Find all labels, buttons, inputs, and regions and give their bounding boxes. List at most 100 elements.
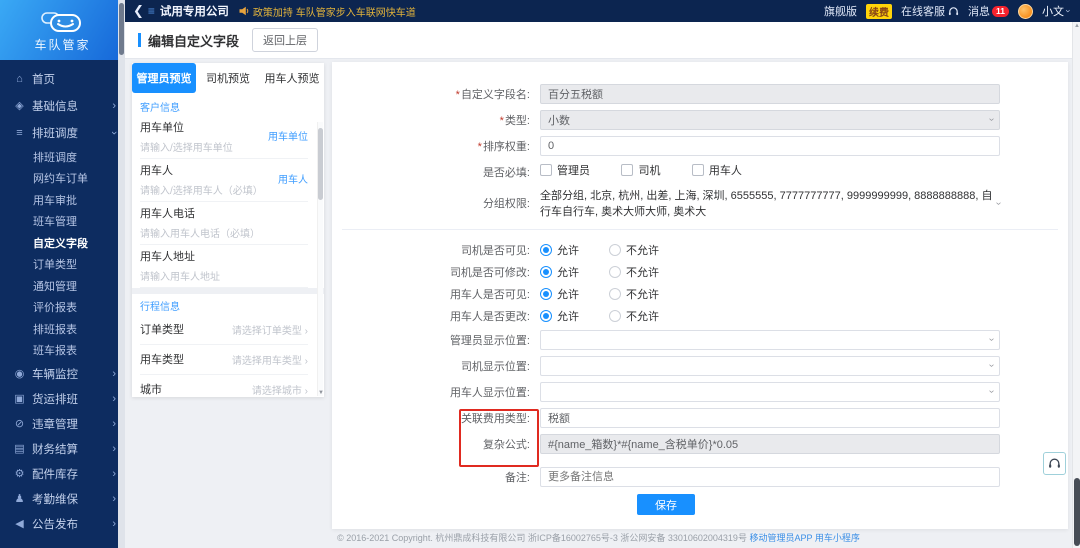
tab-driver-preview[interactable]: 司机预览 — [196, 63, 260, 93]
page-header: 编辑自定义字段 返回上层 — [125, 22, 1080, 59]
user-menu[interactable]: 小文 › — [1042, 3, 1074, 19]
chevron-right-icon: › — [112, 392, 116, 405]
tab-admin-preview[interactable]: 管理员预览 — [132, 63, 196, 93]
preview-scrollbar[interactable]: ▼ — [317, 122, 324, 396]
username: 小文 — [1042, 6, 1064, 18]
messages-button[interactable]: 消息 11 — [968, 3, 1009, 19]
radio-deny[interactable]: 不允许 — [609, 242, 659, 258]
submenu-label: 订单类型 — [33, 259, 77, 272]
field-name-input[interactable] — [540, 84, 1000, 104]
sidebar-sub-ride-hailing-orders[interactable]: 网约车订单 — [0, 168, 125, 190]
sidebar-scrollbar[interactable] — [118, 0, 125, 548]
radio-allow[interactable]: 允许 — [540, 286, 579, 302]
save-button[interactable]: 保存 — [637, 494, 695, 515]
mobile-admin-app-link[interactable]: 移动管理员APP — [749, 533, 812, 543]
checkbox-icon — [540, 164, 552, 176]
sidebar-sub-scheduling[interactable]: 排班调度 — [0, 146, 125, 168]
driver-position-select[interactable] — [540, 356, 1000, 376]
org-menu-icon[interactable]: ≡ — [148, 4, 155, 18]
violation-icon: ⊘ — [14, 418, 25, 430]
preview-pick-vehicle-type[interactable]: 用车类型 请选择用车类型 › — [140, 345, 308, 375]
remark-input[interactable] — [540, 467, 1000, 487]
sidebar-sub-shuttle-management[interactable]: 班车管理 — [0, 211, 125, 233]
app-logo[interactable]: 车队管家 — [0, 0, 125, 60]
tab-passenger-preview[interactable]: 用车人预览 — [260, 63, 324, 93]
page-scrollbar-thumb[interactable] — [1074, 478, 1080, 546]
radio-deny[interactable]: 不允许 — [609, 308, 659, 324]
mini-program-link[interactable]: 用车小程序 — [815, 533, 860, 543]
sidebar-item-label: 配件库存 — [32, 468, 78, 481]
sidebar-sub-vehicle-approval[interactable]: 用车审批 — [0, 189, 125, 211]
form-row-passenger-visible: 用车人是否可见: 允许 不允许 — [332, 286, 1068, 302]
sidebar-sub-scheduling-reports[interactable]: 排班报表 — [0, 318, 125, 340]
form-row-driver-position: 司机显示位置: › — [332, 356, 1068, 376]
page-scrollbar[interactable]: ▲ — [1072, 22, 1080, 548]
sidebar-item-basic-info[interactable]: ◈ 基础信息 › — [0, 92, 125, 119]
radio-allow[interactable]: 允许 — [540, 308, 579, 324]
preview-body: 客户信息 用车单位 请输入/选择用车单位 用车单位 用车人 请输入/选择用车人（… — [132, 93, 324, 399]
label-text: 类型: — [504, 115, 530, 127]
driver-editable-radio-group: 允许 不允许 — [540, 264, 1000, 280]
label-text: 排序权重: — [482, 141, 530, 153]
sort-weight-input[interactable] — [540, 136, 1000, 156]
radio-selected-icon — [540, 266, 552, 278]
sort-weight-label: *排序权重: — [332, 138, 540, 154]
passenger-position-select[interactable] — [540, 382, 1000, 402]
sidebar-item-label: 基础信息 — [32, 100, 78, 113]
sidebar-sub-custom-fields[interactable]: 自定义字段 — [0, 232, 125, 254]
checkbox-driver[interactable]: 司机 — [621, 162, 660, 178]
sidebar-sub-rating-reports[interactable]: 评价报表 — [0, 297, 125, 319]
company-name[interactable]: 试用专用公司 — [160, 3, 229, 19]
vehicle-unit-link[interactable]: 用车单位 — [268, 128, 308, 143]
title-accent-bar — [138, 33, 141, 47]
renew-button[interactable]: 续费 — [866, 3, 892, 19]
fee-type-input[interactable] — [540, 408, 1000, 428]
sidebar-item-scheduling[interactable]: ≡ 排班调度 › — [0, 119, 125, 146]
avatar[interactable] — [1018, 3, 1033, 19]
online-service-button[interactable]: 在线客服 — [901, 3, 959, 19]
admin-position-select[interactable] — [540, 330, 1000, 350]
sidebar-item-violation-management[interactable]: ⊘ 违章管理 › — [0, 411, 125, 436]
formula-input[interactable] — [540, 434, 1000, 454]
sidebar-item-home[interactable]: ⌂ 首页 — [0, 65, 125, 92]
sidebar-bottom-group: ◉ 车辆监控 › ▣ 货运排班 › ⊘ 违章管理 › ▤ 财务结算 › ⚙ 配件… — [0, 361, 125, 536]
sidebar-sub-shuttle-reports[interactable]: 班车报表 — [0, 340, 125, 362]
submenu-label: 用车审批 — [33, 194, 77, 207]
chevron-down-icon: › — [1063, 9, 1074, 13]
sidebar-item-vehicle-monitoring[interactable]: ◉ 车辆监控 › — [0, 361, 125, 386]
sidebar-sub-order-types[interactable]: 订单类型 — [0, 254, 125, 276]
sidebar-scrollbar-thumb[interactable] — [119, 3, 124, 55]
sidebar-item-attendance-maintenance[interactable]: ♟ 考勤维保 › — [0, 486, 125, 511]
sidebar-item-label: 公告发布 — [32, 518, 78, 531]
sidebar-item-financial-settlement[interactable]: ▤ 财务结算 › — [0, 436, 125, 461]
radio-unselected-icon — [609, 310, 621, 322]
sidebar-item-label: 考勤维保 — [32, 493, 78, 506]
scroll-up-arrow-icon[interactable]: ▲ — [1074, 23, 1080, 29]
preview-field-placeholder[interactable]: 请输入用车人电话（必填） — [140, 225, 308, 240]
back-to-parent-button[interactable]: 返回上层 — [252, 28, 319, 52]
sidebar-item-parts-inventory[interactable]: ⚙ 配件库存 › — [0, 461, 125, 486]
back-icon[interactable]: ❮ — [133, 3, 144, 19]
radio-allow[interactable]: 允许 — [540, 242, 579, 258]
radio-deny[interactable]: 不允许 — [609, 264, 659, 280]
group-permission-value[interactable]: 全部分组, 北京, 杭州, 出差, 上海, 深圳, 6555555, 77777… — [540, 187, 1004, 219]
preview-pick-city[interactable]: 城市 请选择城市 › — [140, 375, 308, 399]
content: 管理员预览 司机预览 用车人预览 客户信息 用车单位 请输入/选择用车单位 用车… — [130, 62, 1068, 529]
checkbox-admin[interactable]: 管理员 — [540, 162, 590, 178]
preview-scrollbar-thumb[interactable] — [318, 128, 323, 200]
layers-icon: ◈ — [15, 100, 24, 112]
scroll-down-arrow-icon[interactable]: ▼ — [318, 390, 324, 396]
preview-pick-order-type[interactable]: 订单类型 请选择订单类型 › — [140, 315, 308, 345]
checkbox-passenger[interactable]: 用车人 — [691, 162, 742, 178]
type-select[interactable]: 小数 — [540, 110, 1000, 130]
radio-allow[interactable]: 允许 — [540, 264, 579, 280]
sidebar-sub-notification-management[interactable]: 通知管理 — [0, 275, 125, 297]
floating-service-button[interactable] — [1043, 452, 1066, 475]
messages-label: 消息 — [968, 6, 990, 18]
form-row-type: *类型: 小数 › — [332, 110, 1068, 130]
radio-deny[interactable]: 不允许 — [609, 286, 659, 302]
preview-field-placeholder[interactable]: 请输入用车人地址 — [140, 268, 308, 283]
passenger-link[interactable]: 用车人 — [278, 171, 308, 186]
sidebar-item-freight-scheduling[interactable]: ▣ 货运排班 › — [0, 386, 125, 411]
sidebar-item-announcements[interactable]: ◀ 公告发布 › — [0, 511, 125, 536]
